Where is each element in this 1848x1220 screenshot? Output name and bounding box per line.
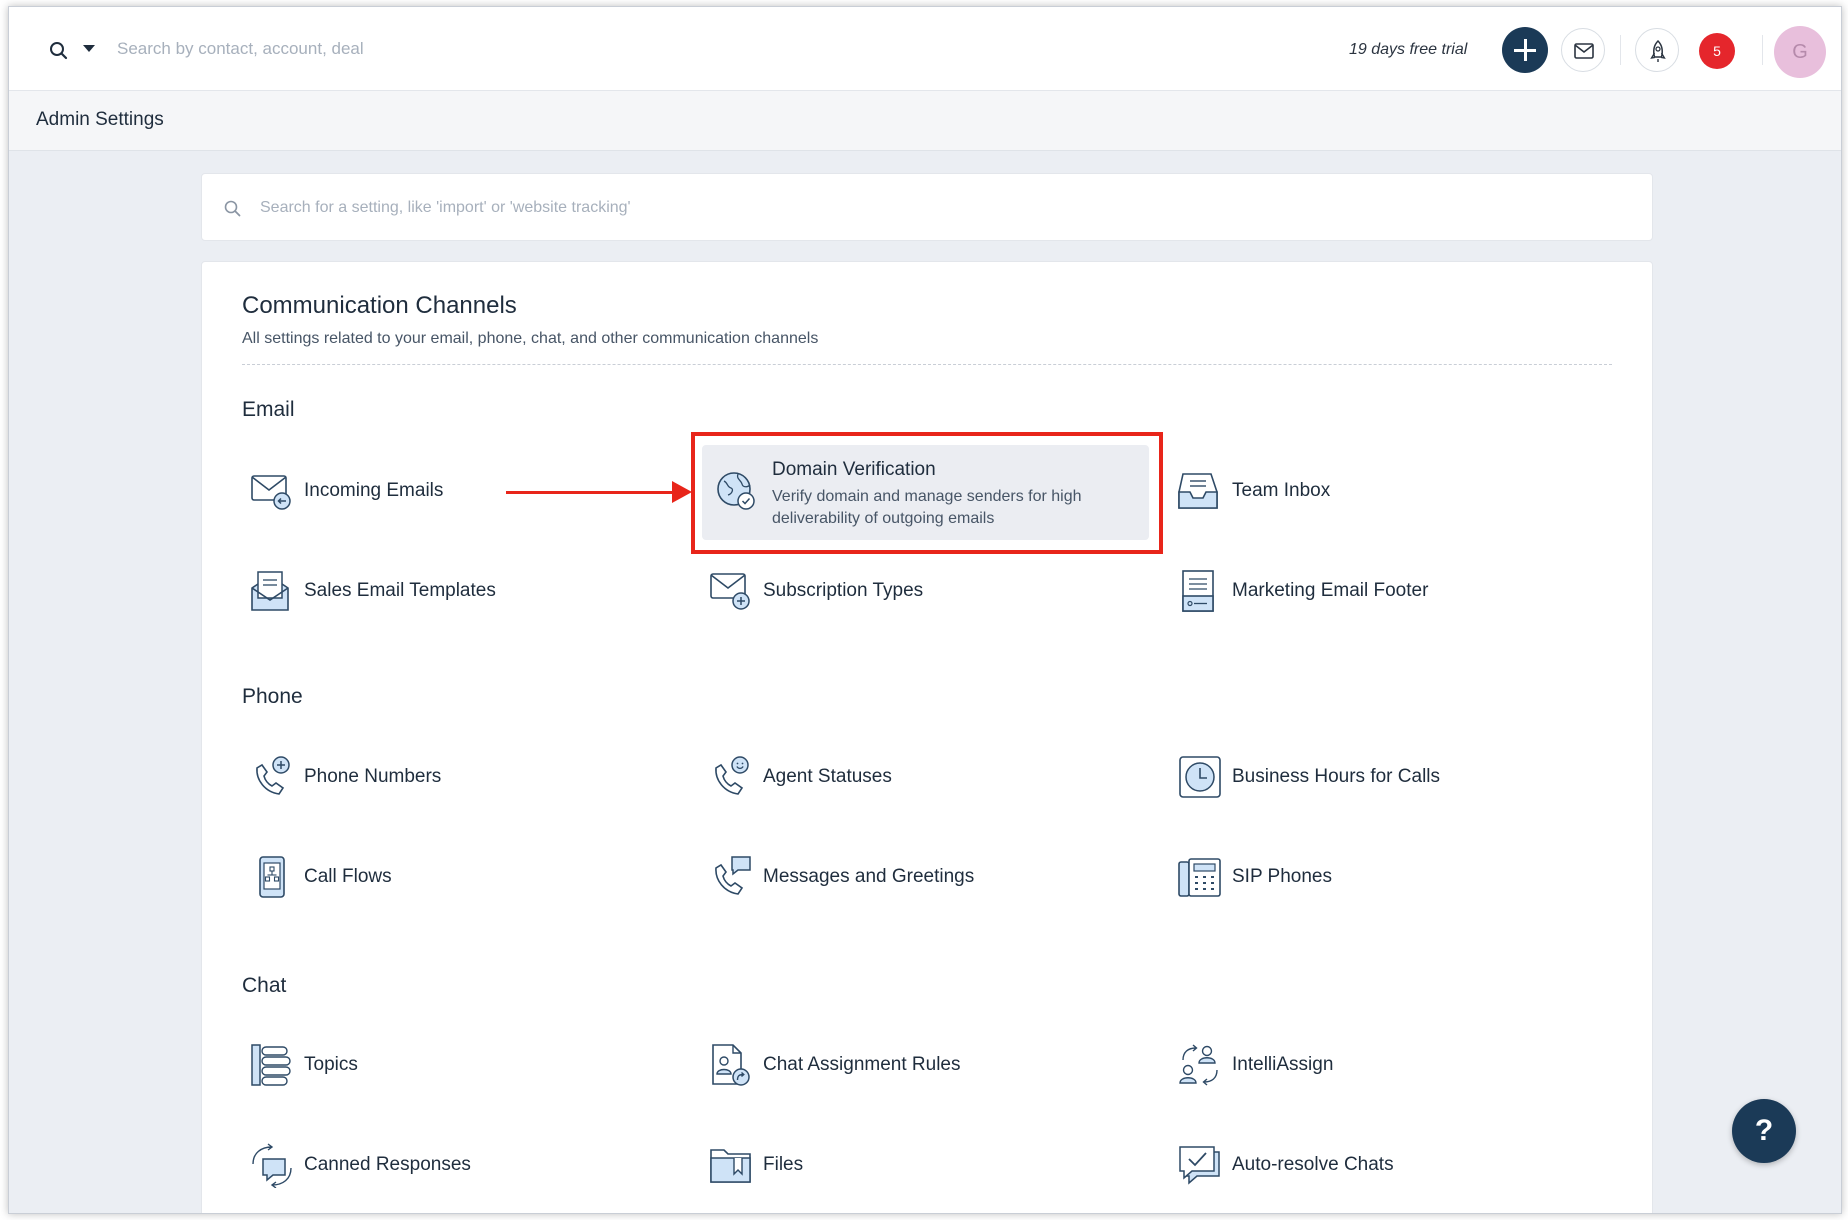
setting-sip-phones[interactable]: SIP Phones — [1177, 846, 1477, 906]
folder-icon — [708, 1142, 754, 1188]
inbox-tray-icon — [1177, 468, 1223, 514]
trial-status[interactable]: 19 days free trial — [1349, 41, 1467, 59]
chat-check-icon — [1177, 1142, 1223, 1188]
page-header: Admin Settings — [9, 91, 1841, 151]
setting-marketing-email-footer[interactable]: Marketing Email Footer — [1177, 560, 1507, 620]
setting-label: Chat Assignment Rules — [763, 1054, 961, 1075]
annotation-arrow-head — [672, 481, 692, 503]
email-section-title: Email — [242, 398, 295, 421]
assignment-rules-icon — [708, 1042, 754, 1088]
phone-section-title: Phone — [242, 685, 303, 708]
setting-label: IntelliAssign — [1232, 1054, 1334, 1075]
setting-label: Business Hours for Calls — [1232, 766, 1441, 787]
setting-label: Sales Email Templates — [304, 580, 496, 601]
clock-icon — [1177, 754, 1223, 800]
setting-files[interactable]: Files — [708, 1134, 1008, 1194]
notification-badge[interactable]: 5 — [1699, 33, 1735, 69]
intelliassign-icon — [1177, 1042, 1223, 1088]
setting-agent-statuses[interactable]: Agent Statuses — [708, 746, 1008, 806]
setting-business-hours-for-calls[interactable]: Business Hours for Calls — [1177, 746, 1497, 806]
setting-label: Incoming Emails — [304, 480, 444, 501]
setting-subscription-types[interactable]: Subscription Types — [708, 560, 1008, 620]
setting-incoming-emails[interactable]: Incoming Emails — [249, 460, 549, 520]
setting-chat-assignment-rules[interactable]: Chat Assignment Rules — [708, 1034, 1028, 1094]
toolbar-divider — [1620, 35, 1621, 65]
quick-add-button[interactable] — [1502, 27, 1548, 73]
setting-label: Files — [763, 1154, 804, 1175]
desk-phone-icon — [1177, 854, 1223, 900]
search-icon[interactable] — [47, 39, 71, 63]
divider — [242, 364, 1612, 365]
setting-label: Phone Numbers — [304, 766, 442, 787]
setting-label: Marketing Email Footer — [1232, 580, 1429, 601]
top-bar: 19 days free trial 5 G — [9, 7, 1841, 91]
toolbar-divider — [1762, 35, 1763, 65]
document-footer-icon — [1177, 568, 1223, 614]
setting-canned-responses[interactable]: Canned Responses — [249, 1134, 549, 1194]
highlight-box — [691, 432, 1163, 554]
setting-label: Team Inbox — [1232, 480, 1331, 501]
setting-messages-and-greetings[interactable]: Messages and Greetings — [708, 846, 1038, 906]
setting-auto-resolve-chats[interactable]: Auto-resolve Chats — [1177, 1134, 1477, 1194]
setting-topics[interactable]: Topics — [249, 1034, 549, 1094]
setting-label: SIP Phones — [1232, 866, 1333, 887]
setting-label: Call Flows — [304, 866, 392, 887]
setting-label: Topics — [304, 1054, 358, 1075]
setting-label: Messages and Greetings — [763, 866, 975, 887]
app-window: 19 days free trial 5 G Admin Settings Co… — [8, 6, 1842, 1214]
call-flow-icon — [249, 854, 295, 900]
setting-sales-email-templates[interactable]: Sales Email Templates — [249, 560, 549, 620]
setting-label: Agent Statuses — [763, 766, 892, 787]
user-avatar[interactable]: G — [1774, 26, 1826, 78]
setting-label: Canned Responses — [304, 1154, 471, 1175]
section-description: All settings related to your email, phon… — [242, 330, 819, 347]
topics-icon — [249, 1042, 295, 1088]
setting-label: Subscription Types — [763, 580, 924, 601]
settings-search-box — [201, 173, 1653, 241]
section-heading: Communication Channels — [242, 292, 517, 319]
page-title: Admin Settings — [36, 109, 164, 130]
global-search-input[interactable] — [117, 31, 637, 67]
getting-started-button[interactable] — [1635, 28, 1679, 72]
help-button[interactable]: ? — [1732, 1099, 1796, 1163]
chat-section-title: Chat — [242, 974, 287, 997]
setting-phone-numbers[interactable]: Phone Numbers — [249, 746, 549, 806]
search-icon — [222, 198, 244, 220]
phone-message-icon — [708, 854, 754, 900]
setting-team-inbox[interactable]: Team Inbox — [1177, 460, 1477, 520]
setting-call-flows[interactable]: Call Flows — [249, 846, 549, 906]
canned-responses-icon — [249, 1142, 295, 1188]
email-plus-icon — [708, 568, 754, 614]
annotation-arrow — [506, 491, 676, 494]
email-button[interactable] — [1561, 28, 1605, 72]
setting-label: Auto-resolve Chats — [1232, 1154, 1394, 1175]
phone-plus-icon — [249, 754, 295, 800]
search-scope-caret-icon[interactable] — [83, 45, 95, 52]
settings-search-input[interactable] — [260, 192, 1620, 224]
communication-channels-card: Communication Channels All settings rela… — [201, 261, 1653, 1213]
phone-smiley-icon — [708, 754, 754, 800]
email-template-icon — [249, 568, 295, 614]
incoming-email-icon — [249, 468, 295, 514]
setting-intelliassign[interactable]: IntelliAssign — [1177, 1034, 1477, 1094]
